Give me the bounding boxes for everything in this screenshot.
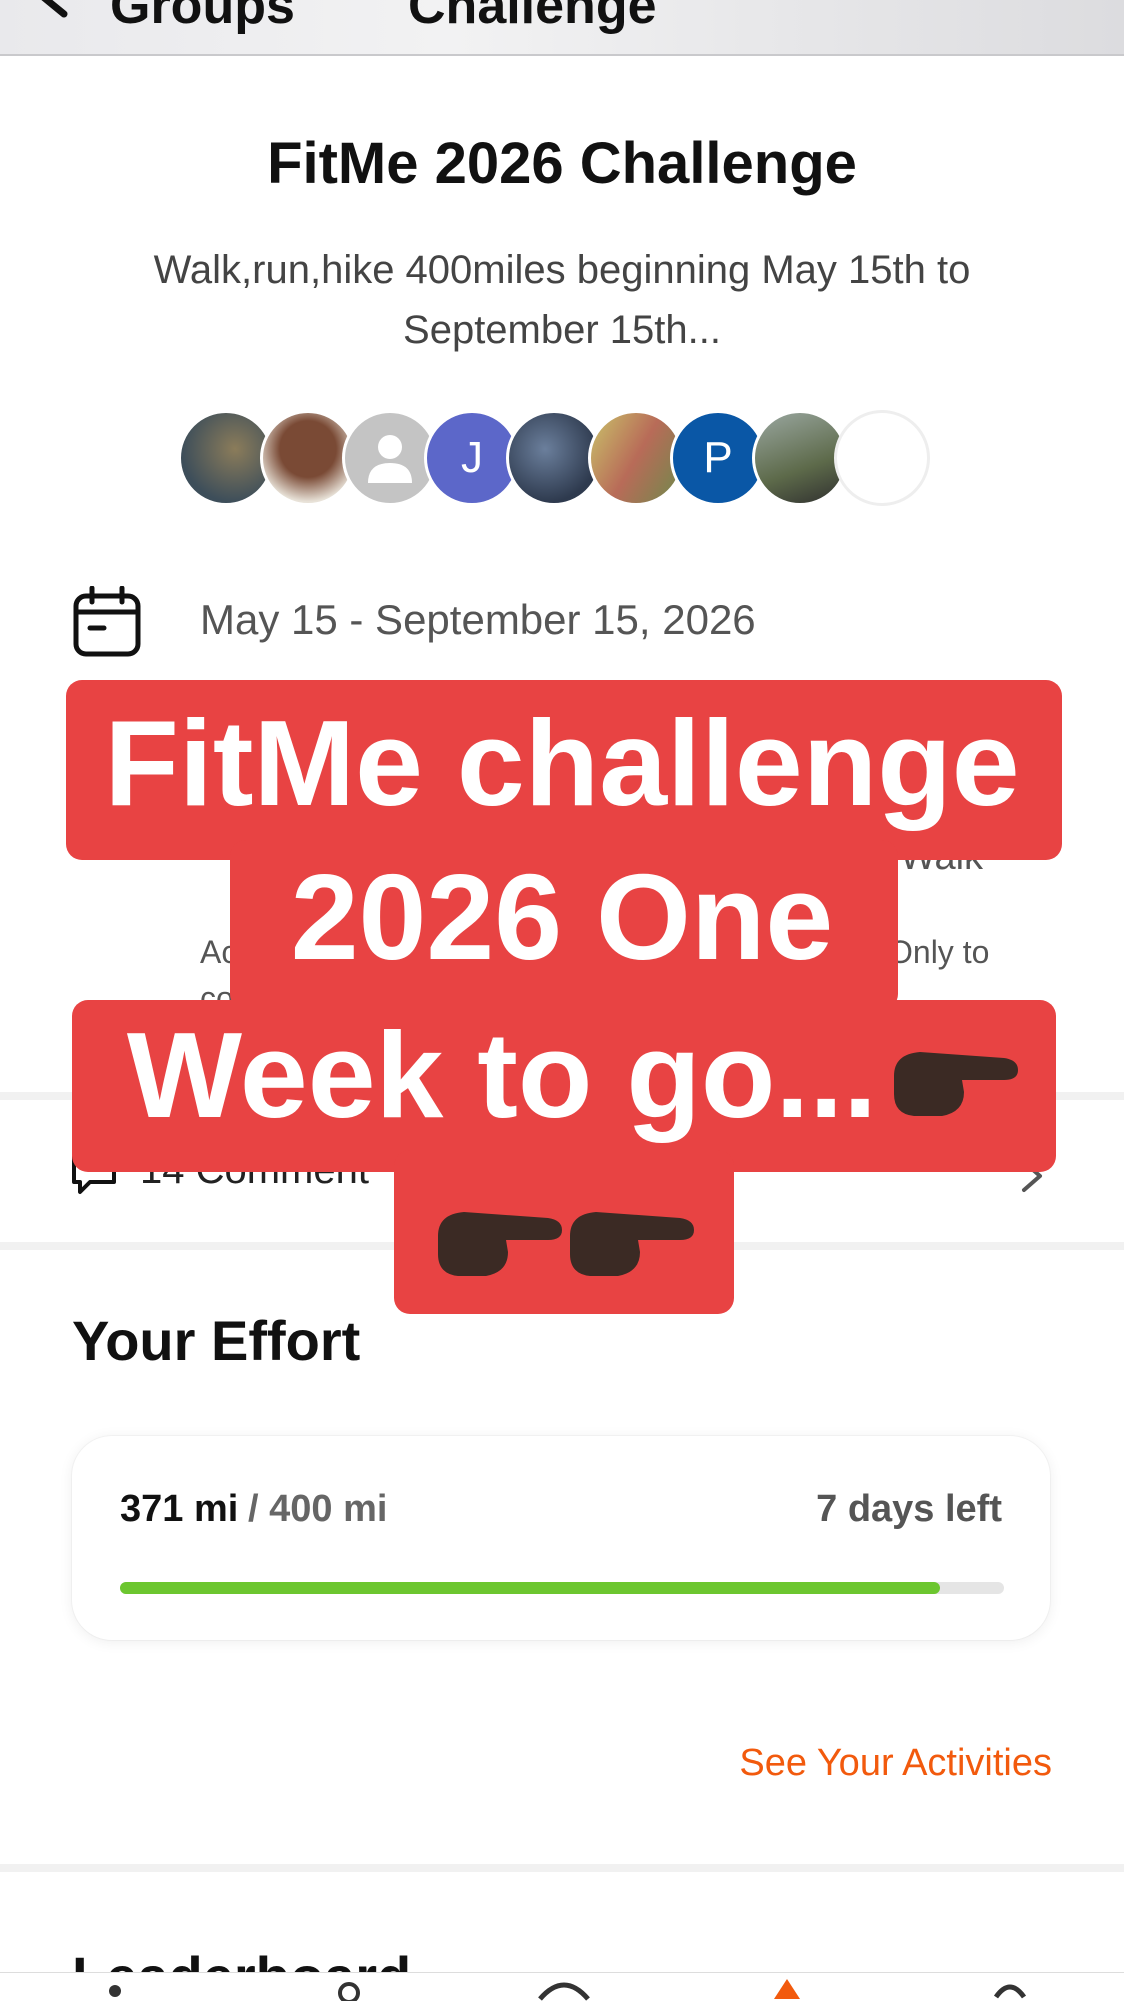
description-line-2: September 15th... [403, 308, 721, 352]
progress-fill [120, 1582, 940, 1594]
tab-bar [0, 1972, 1124, 2001]
pointing-right-icon [438, 1212, 562, 1276]
pointing-right-icon [570, 1212, 694, 1276]
nav-title: Challenge [408, 0, 657, 35]
description-line-1: Walk,run,hike 400miles beginning May 15t… [153, 248, 971, 292]
participant-avatars[interactable]: J P [178, 410, 958, 510]
avatar-initial: P [703, 433, 733, 482]
back-chevron-icon[interactable] [30, 0, 74, 18]
current-distance: 371 mi [120, 1488, 239, 1530]
date-range: May 15 - September 15, 2026 [200, 596, 756, 643]
effort-card: 371 mi / 400 mi 7 days left [72, 1436, 1050, 1640]
record-tab-icon[interactable] [534, 1977, 594, 2001]
challenge-description: Walk,run,hike 400miles beginning May 15t… [90, 240, 1034, 360]
divider [0, 1864, 1124, 1872]
avatar[interactable] [834, 410, 930, 506]
maps-tab-icon[interactable] [334, 1977, 364, 2001]
navigation-bar: Groups Challenge [0, 0, 1124, 56]
see-activities-link[interactable]: See Your Activities [739, 1742, 1052, 1785]
groups-tab-icon[interactable] [772, 1977, 802, 2001]
avatar-initial: J [461, 433, 483, 482]
progress-track [120, 1582, 1004, 1594]
days-left: 7 days left [816, 1488, 1002, 1530]
profile-tab-icon[interactable] [990, 1977, 1030, 2001]
calendar-icon [73, 586, 141, 657]
your-effort-heading: Your Effort [72, 1309, 361, 1372]
back-button-label[interactable]: Groups [110, 0, 295, 36]
pointing-right-icon [894, 1052, 1018, 1116]
home-tab-icon[interactable] [100, 1977, 130, 2001]
overlay-caption-line-1: FitMe challenge [104, 695, 1020, 831]
challenge-title: FitMe 2026 Challenge [267, 131, 857, 196]
goal-distance: / 400 mi [248, 1488, 388, 1530]
overlay-caption-line-2: 2026 One [290, 849, 834, 985]
person-placeholder-icon [368, 435, 412, 483]
